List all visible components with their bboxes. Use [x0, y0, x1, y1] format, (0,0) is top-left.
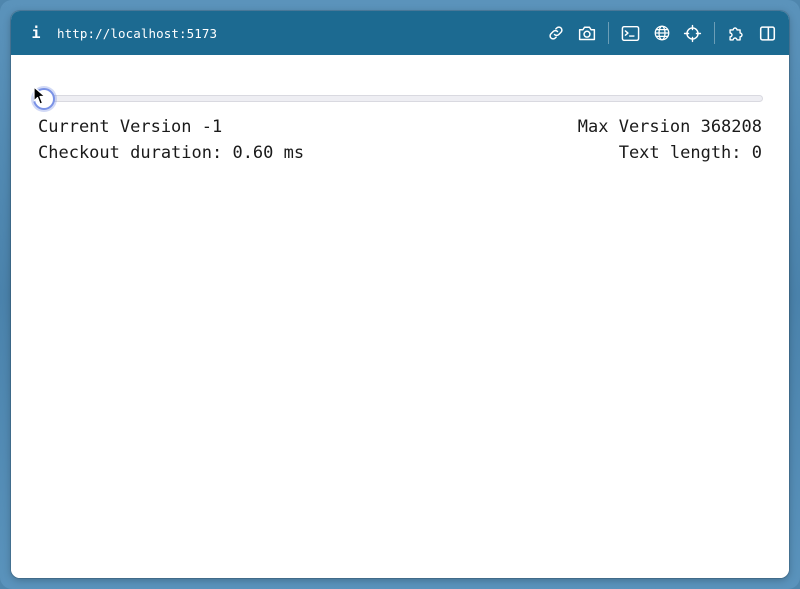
console-button[interactable]	[615, 11, 646, 55]
screenshot-button[interactable]	[571, 11, 602, 55]
extensions-button[interactable]	[721, 11, 752, 55]
desktop-frame: i http://localhost:5173 Current Version …	[0, 0, 800, 589]
sidebar-toggle-button[interactable]	[752, 11, 783, 55]
camera-icon	[578, 26, 595, 41]
link-icon	[548, 26, 563, 40]
max-version-label: Max Version 368208	[577, 117, 762, 137]
mouse-cursor-icon	[33, 86, 46, 105]
page-content: Current Version -1 Max Version 368208 Ch…	[11, 55, 789, 578]
toolbar-divider	[608, 22, 609, 44]
sidebar-icon	[759, 25, 776, 41]
toolbar-divider	[714, 22, 715, 44]
crosshair-icon	[683, 24, 702, 42]
checkout-duration-label: Checkout duration: 0.60 ms	[38, 143, 305, 163]
current-version-label: Current Version -1	[38, 117, 223, 137]
info-button[interactable]: i	[25, 24, 47, 42]
metrics-row: Checkout duration: 0.60 ms Text length: …	[38, 143, 762, 163]
puzzle-icon	[728, 27, 743, 41]
terminal-icon	[621, 25, 640, 41]
network-button[interactable]	[646, 11, 677, 55]
url-display[interactable]: http://localhost:5173	[57, 26, 217, 41]
browser-toolbar: i http://localhost:5173	[11, 11, 789, 55]
browser-window: i http://localhost:5173 Current Version …	[11, 11, 789, 578]
text-length-label: Text length: 0	[618, 143, 762, 163]
version-row: Current Version -1 Max Version 368208	[38, 117, 762, 137]
inspect-button[interactable]	[677, 11, 708, 55]
version-slider-track[interactable]	[34, 95, 763, 102]
link-button[interactable]	[540, 11, 571, 55]
globe-icon	[654, 25, 669, 41]
toolbar-tools	[540, 11, 789, 55]
